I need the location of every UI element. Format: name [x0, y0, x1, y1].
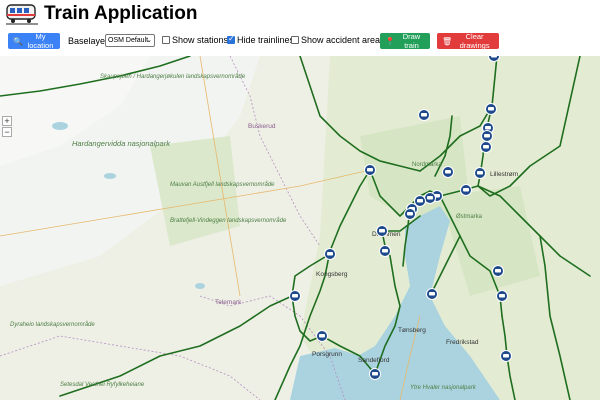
station-marker[interactable]	[474, 167, 486, 179]
toolbar: 🔍 My location Baselayer: OSM Default ⌄ S…	[0, 32, 600, 51]
station-marker[interactable]	[442, 166, 454, 178]
map-label-skaupsjoen: Skaupsjøen / Hardangerjøkulen landskapsv…	[100, 73, 246, 80]
map-label-hardangervidda: Hardangervidda nasjonalpark	[72, 139, 171, 148]
show-accident-areas-checkbox[interactable]: Show accident areas	[291, 35, 385, 45]
station-marker[interactable]	[369, 368, 381, 380]
map[interactable]: Skaupsjøen / Hardangerjøkulen landskapsv…	[0, 56, 600, 400]
map-label-ostmarka: Østmarka	[456, 214, 483, 220]
station-marker[interactable]	[460, 184, 472, 196]
map-label-kongsberg: Kongsberg	[316, 271, 348, 278]
baselayer-select[interactable]: OSM Default ⌄	[105, 34, 155, 47]
draw-train-label: Draw train	[402, 32, 421, 50]
trash-icon: 🗑	[442, 36, 453, 46]
map-label-telemark: Telemark	[215, 299, 242, 306]
show-stations-checkbox[interactable]: Show stations	[162, 35, 228, 45]
map-label-lillestrom: Lillestrøm	[490, 171, 518, 178]
map-label-mauvan: Mauvan Austfjell landskapsvernområde	[170, 181, 275, 188]
station-marker[interactable]	[289, 290, 301, 302]
show-stations-box[interactable]	[162, 36, 170, 44]
show-accident-areas-box[interactable]	[291, 36, 299, 44]
clear-drawings-button[interactable]: 🗑 Clear drawings	[437, 32, 499, 50]
clear-drawings-label: Clear drawings	[459, 32, 490, 50]
station-marker[interactable]	[404, 208, 416, 220]
station-marker[interactable]	[481, 130, 493, 142]
header: Train Application	[0, 0, 600, 30]
hide-trainlines-checkbox[interactable]: Hide trainlines	[227, 34, 295, 45]
show-accident-areas-label: Show accident areas	[301, 35, 385, 45]
station-marker[interactable]	[324, 248, 336, 260]
station-marker[interactable]	[316, 330, 328, 342]
map-label-buskerud: Buskerud	[248, 123, 276, 130]
pin-icon: 📍	[385, 36, 395, 46]
page-title: Train Application	[44, 3, 198, 24]
map-label-porsgrunn: Porsgrunn	[312, 351, 342, 358]
map-label-fredrikstad: Fredrikstad	[446, 339, 479, 346]
hide-trainlines-box[interactable]	[227, 34, 235, 44]
station-marker[interactable]	[485, 103, 497, 115]
search-icon: 🔍	[13, 36, 23, 46]
station-marker[interactable]	[500, 350, 512, 362]
map-label-brattefjell: Brattefjell-Vindeggen landskapsvernområd…	[170, 217, 287, 224]
my-location-label: My location	[27, 32, 54, 50]
map-label-dyraheio: Dyraheio landskapsvernområde	[10, 321, 95, 328]
map-label-nordmarka: Nordmarka	[412, 162, 442, 168]
map-canvas[interactable]: Skaupsjøen / Hardangerjøkulen landskapsv…	[0, 56, 600, 400]
train-icon	[6, 4, 38, 25]
station-marker[interactable]	[426, 288, 438, 300]
map-label-tonsberg: Tønsberg	[398, 327, 426, 334]
station-marker[interactable]	[379, 245, 391, 257]
map-label-setesdal: Setesdal Vesthei Ryfylkeheiane	[60, 382, 145, 388]
station-marker[interactable]	[492, 265, 504, 277]
baselayer-value: OSM Default	[108, 37, 149, 44]
map-label-sandefjord: Sandefjord	[358, 357, 390, 364]
map-label-ytre-hvaler: Ytre Hvaler nasjonalpark	[410, 385, 477, 391]
station-marker[interactable]	[480, 141, 492, 153]
my-location-button[interactable]: 🔍 My location	[8, 32, 60, 50]
show-stations-label: Show stations	[172, 35, 229, 45]
chevron-down-icon: ⌄	[146, 37, 152, 44]
station-marker[interactable]	[496, 290, 508, 302]
draw-train-button[interactable]: 📍 Draw train	[380, 32, 430, 50]
station-marker[interactable]	[424, 192, 436, 204]
station-marker[interactable]	[418, 109, 430, 121]
station-marker[interactable]	[376, 225, 388, 237]
hide-trainlines-label: Hide trainlines	[237, 35, 295, 45]
zoom-in-button[interactable]: +	[2, 116, 12, 126]
zoom-out-button[interactable]: −	[2, 127, 12, 137]
station-marker[interactable]	[364, 164, 376, 176]
